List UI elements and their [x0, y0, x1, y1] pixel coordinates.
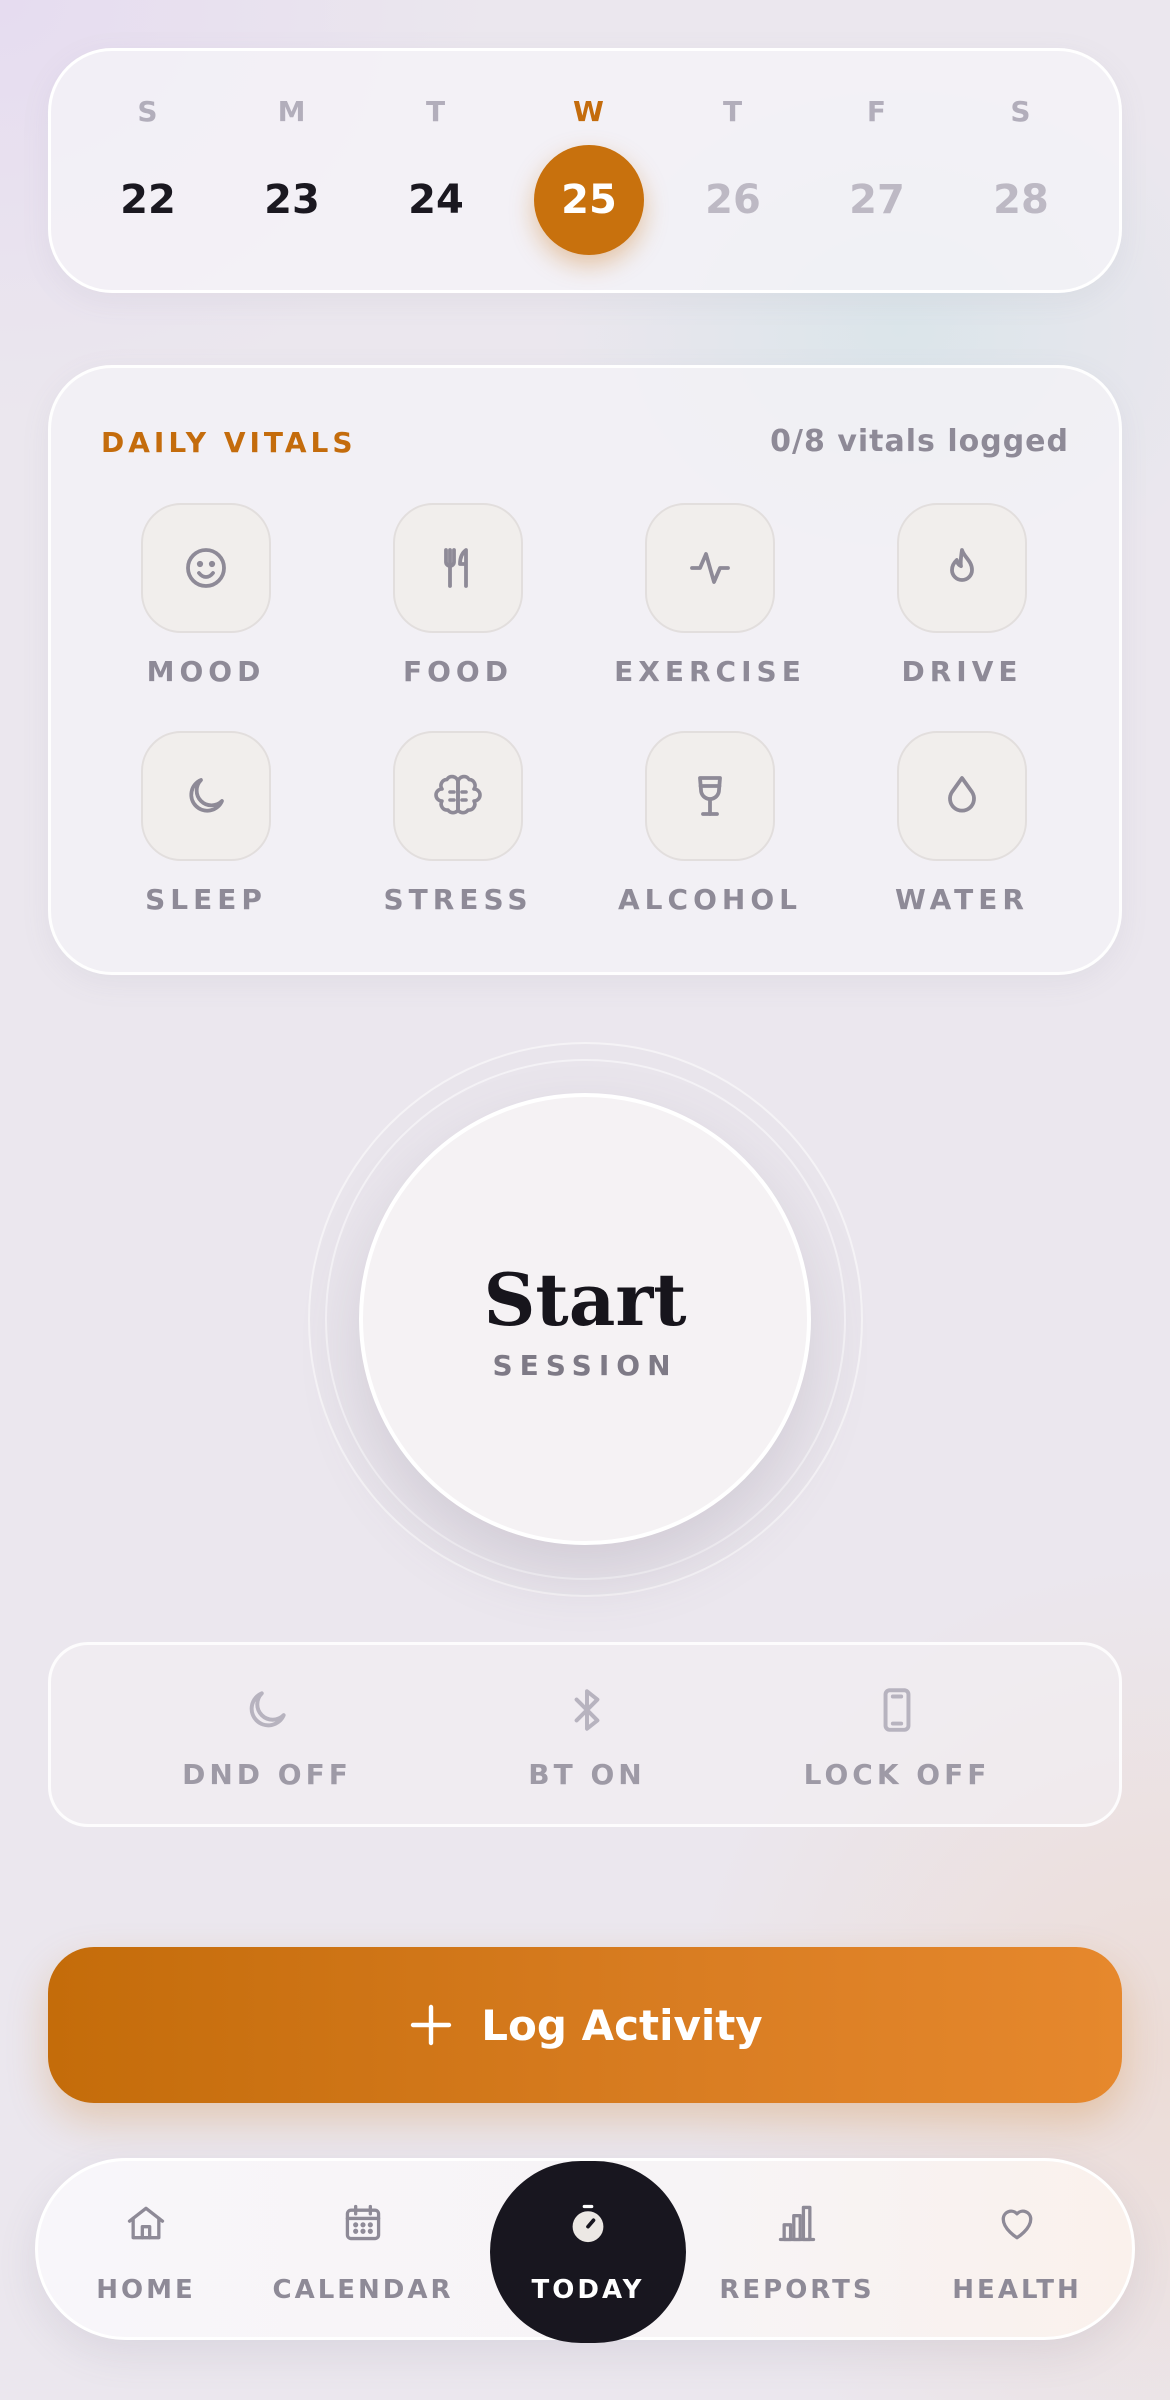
moon-icon: [249, 1691, 286, 1728]
vital-water[interactable]: WATER: [852, 731, 1072, 931]
vital-sleep[interactable]: SLEEP: [96, 731, 316, 931]
day-22[interactable]: S 22: [93, 51, 203, 296]
calendar-icon: [345, 2204, 381, 2241]
day-of-week: S: [137, 95, 159, 128]
vital-label: ALCOHOL: [618, 883, 802, 916]
day-27[interactable]: F 27: [822, 51, 932, 296]
moon-icon: [189, 778, 224, 813]
brain-icon: [434, 774, 482, 815]
vital-label: MOOD: [146, 655, 266, 688]
device-status-card: DND OFF BT ON LOCK OFF: [48, 1642, 1122, 1827]
log-activity-button[interactable]: Log Activity: [48, 1947, 1122, 2103]
day-28[interactable]: S 28: [966, 51, 1076, 296]
vital-drive[interactable]: DRIVE: [852, 503, 1072, 703]
vital-tile[interactable]: [897, 503, 1027, 633]
utensils-icon: [444, 548, 468, 588]
vital-label: STRESS: [383, 883, 533, 916]
vital-exercise[interactable]: EXERCISE: [600, 503, 820, 703]
day-number: 26: [705, 177, 761, 223]
day-number: 27: [849, 177, 905, 223]
vital-label: FOOD: [403, 655, 513, 688]
vital-stress[interactable]: STRESS: [348, 731, 568, 931]
week-strip: S 22 M 23 T 24 W 25 T 26 F 27 S 28: [48, 48, 1122, 293]
activity-icon: [690, 552, 730, 584]
vital-tile[interactable]: [393, 731, 523, 861]
day-number: 23: [264, 177, 320, 223]
phone-icon: [883, 1688, 911, 1732]
vital-alcohol[interactable]: ALCOHOL: [600, 731, 820, 931]
vital-label: WATER: [895, 883, 1029, 916]
vital-tile[interactable]: [645, 503, 775, 633]
smile-icon: [186, 548, 226, 588]
vital-tile[interactable]: [141, 731, 271, 861]
nav-calendar[interactable]: CALENDAR: [263, 2161, 463, 2343]
vital-mood[interactable]: MOOD: [96, 503, 316, 703]
home-icon: [127, 2206, 165, 2240]
day-23[interactable]: M 23: [237, 51, 347, 296]
status-label: BT ON: [528, 1758, 646, 1791]
nav-reports[interactable]: REPORTS: [697, 2161, 897, 2343]
day-of-week: F: [866, 95, 888, 128]
day-24[interactable]: T 24: [381, 51, 491, 296]
stopwatch-icon: [572, 2204, 604, 2243]
status-label: LOCK OFF: [803, 1758, 991, 1791]
nav-label: TODAY: [531, 2275, 645, 2305]
day-26[interactable]: T 26: [678, 51, 788, 296]
vitals-count: 0/8 vitals logged: [770, 424, 1069, 459]
bar-chart-icon: [778, 2205, 816, 2242]
start-session-button[interactable]: Start SESSION: [359, 1093, 811, 1545]
flame-icon: [950, 548, 974, 582]
plus-icon: [411, 2004, 452, 2046]
status-lock[interactable]: LOCK OFF: [757, 1645, 1037, 1830]
day-number: 25: [534, 145, 644, 255]
vital-food[interactable]: FOOD: [348, 503, 568, 703]
day-number: 22: [120, 177, 176, 223]
nav-label: REPORTS: [719, 2275, 875, 2305]
day-number: 28: [993, 177, 1049, 223]
day-of-week: T: [722, 95, 744, 128]
vital-tile[interactable]: [645, 731, 775, 861]
status-bluetooth[interactable]: BT ON: [447, 1645, 727, 1830]
vital-label: DRIVE: [901, 655, 1023, 688]
nav-label: HOME: [96, 2275, 196, 2305]
day-number: 24: [408, 177, 464, 223]
log-activity-label: Log Activity: [481, 2000, 763, 2050]
bottom-nav: HOME CALENDAR TODAY REPORTS HEALTH: [35, 2158, 1135, 2343]
start-subtitle: SESSION: [492, 1349, 678, 1382]
wine-glass-icon: [698, 776, 722, 816]
nav-label: CALENDAR: [272, 2275, 454, 2305]
vital-tile[interactable]: [897, 731, 1027, 861]
start-title: Start: [483, 1257, 687, 1342]
heart-icon: [1001, 2209, 1033, 2240]
status-label: DND OFF: [182, 1758, 352, 1791]
droplet-icon: [948, 776, 976, 813]
nav-today[interactable]: TODAY: [490, 2161, 686, 2343]
day-of-week: T: [425, 95, 447, 128]
vital-tile[interactable]: [141, 503, 271, 633]
bluetooth-icon: [574, 1689, 600, 1731]
day-25-selected[interactable]: W 25: [534, 51, 644, 296]
status-dnd[interactable]: DND OFF: [127, 1645, 407, 1830]
daily-vitals-card: DAILY VITALS 0/8 vitals logged MOOD FOOD…: [48, 365, 1122, 975]
nav-health[interactable]: HEALTH: [917, 2161, 1117, 2343]
vital-label: EXERCISE: [614, 655, 806, 688]
nav-label: HEALTH: [952, 2275, 1082, 2305]
day-of-week: W: [573, 95, 605, 128]
day-of-week: M: [277, 95, 307, 128]
vital-tile[interactable]: [393, 503, 523, 633]
day-of-week: S: [1010, 95, 1032, 128]
vital-label: SLEEP: [145, 883, 267, 916]
nav-home[interactable]: HOME: [46, 2161, 246, 2343]
vitals-title: DAILY VITALS: [101, 426, 357, 459]
